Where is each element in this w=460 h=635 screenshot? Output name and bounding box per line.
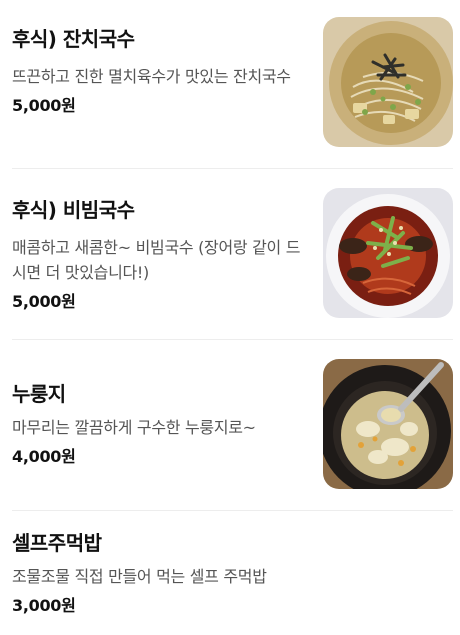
menu-item-bibim-guksu[interactable]: 후식) 비빔국수 매콤하고 새콤한~ 비빔국수 (장어랑 같이 드시면 더 맛있… <box>0 169 460 339</box>
bibim-guksu-photo-image <box>323 188 453 318</box>
menu-item-name: 누룽지 <box>12 382 66 406</box>
janchi-guksu-photo[interactable] <box>323 17 453 147</box>
menu-item-name: 후식) 비빔국수 <box>12 198 135 222</box>
menu-item-text: 셀프주먹밥 조물조물 직접 만들어 먹는 셀프 주먹밥 3,000원 <box>12 530 442 617</box>
menu-item-janchi-guksu[interactable]: 후식) 잔치국수 뜨끈하고 진한 멸치육수가 맛있는 잔치국수 5,000원 <box>0 0 460 168</box>
menu-item-text: 누룽지 마무리는 깔끔하게 구수한 누룽지로~ 4,000원 <box>12 381 312 468</box>
menu-item-price: 5,000원 <box>12 96 76 115</box>
menu-item-description: 매콤하고 새콤한~ 비빔국수 (장어랑 같이 드시면 더 맛있습니다!) <box>12 238 301 282</box>
menu-item-name: 셀프주먹밥 <box>12 531 102 555</box>
menu-item-text: 후식) 잔치국수 뜨끈하고 진한 멸치육수가 맛있는 잔치국수 5,000원 <box>12 26 312 117</box>
menu-item-price: 3,000원 <box>12 596 76 615</box>
menu-item-name: 후식) 잔치국수 <box>12 27 135 51</box>
menu-list: 후식) 잔치국수 뜨끈하고 진한 멸치육수가 맛있는 잔치국수 5,000원 후… <box>0 0 460 635</box>
menu-item-self-jumeokbap[interactable]: 셀프주먹밥 조물조물 직접 만들어 먹는 셀프 주먹밥 3,000원 <box>0 511 460 635</box>
menu-item-nurungji[interactable]: 누룽지 마무리는 깔끔하게 구수한 누룽지로~ 4,000원 <box>0 340 460 510</box>
nurungji-photo-image <box>323 359 453 489</box>
menu-item-price: 5,000원 <box>12 292 76 311</box>
menu-item-description: 마무리는 깔끔하게 구수한 누룽지로~ <box>12 418 256 437</box>
nurungji-photo[interactable] <box>323 359 453 489</box>
menu-item-text: 후식) 비빔국수 매콤하고 새콤한~ 비빔국수 (장어랑 같이 드시면 더 맛있… <box>12 197 312 313</box>
menu-item-price: 4,000원 <box>12 447 76 466</box>
janchi-guksu-photo-image <box>323 17 453 147</box>
bibim-guksu-photo[interactable] <box>323 188 453 318</box>
menu-item-description: 조물조물 직접 만들어 먹는 셀프 주먹밥 <box>12 567 267 586</box>
menu-item-description: 뜨끈하고 진한 멸치육수가 맛있는 잔치국수 <box>12 67 291 86</box>
